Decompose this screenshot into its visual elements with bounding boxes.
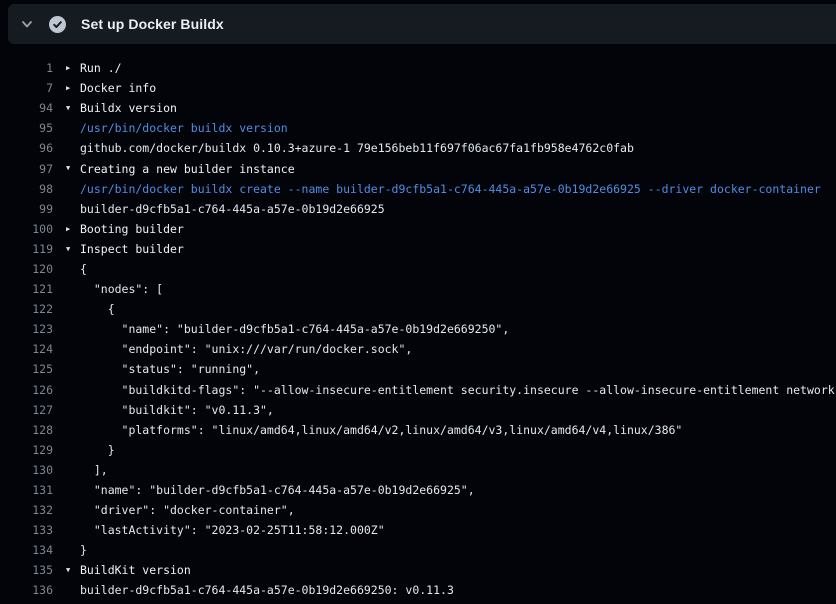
chevron-down-icon[interactable]: [20, 17, 34, 31]
log-line-text: Buildx version: [80, 101, 177, 115]
disclosure-triangle-icon: ▼: [53, 98, 80, 118]
log-line-text: "nodes": [: [80, 282, 163, 296]
log-line: 132 "driver": "docker-container",: [0, 500, 836, 520]
log-line: 133 "lastActivity": "2023-02-25T11:58:12…: [0, 520, 836, 540]
disclosure-triangle-icon: ▼: [53, 560, 80, 580]
line-number[interactable]: 99: [0, 202, 53, 216]
log-line-text: "buildkit": "v0.11.3",: [80, 403, 274, 417]
log-line: 95 /usr/bin/docker buildx version: [0, 118, 836, 138]
disclosure-triangle-icon: ▼: [53, 239, 80, 259]
line-number[interactable]: 119: [0, 242, 53, 256]
line-number[interactable]: 136: [0, 583, 53, 597]
log-line-text: "lastActivity": "2023-02-25T11:58:12.000…: [80, 523, 385, 537]
log-line-text: /usr/bin/docker buildx create --name bui…: [80, 182, 821, 196]
disclosure-triangle-icon: ▶: [53, 78, 80, 98]
log-line-text: Creating a new builder instance: [80, 162, 295, 176]
line-number[interactable]: 133: [0, 523, 53, 537]
success-check-icon: [49, 16, 66, 33]
log-line-text: builder-d9cfb5a1-c764-445a-a57e-0b19d2e6…: [80, 583, 454, 597]
log-line: 122 {: [0, 299, 836, 319]
log-line-text: ],: [80, 463, 108, 477]
log-line: 99 builder-d9cfb5a1-c764-445a-a57e-0b19d…: [0, 199, 836, 219]
log-group-line[interactable]: 97 ▼ Creating a new builder instance: [0, 158, 836, 178]
log-line: 121 "nodes": [: [0, 279, 836, 299]
log-line-text: "name": "builder-d9cfb5a1-c764-445a-a57e…: [80, 322, 509, 336]
log-group-line[interactable]: 100 ▶ Booting builder: [0, 219, 836, 239]
log-line: 125 "status": "running",: [0, 359, 836, 379]
log-line-text: Run ./: [80, 61, 122, 75]
log-group-line[interactable]: 94 ▼ Buildx version: [0, 98, 836, 118]
disclosure-triangle-icon: ▶: [53, 58, 80, 78]
log-line-text: }: [80, 543, 87, 557]
log-line: 129 }: [0, 440, 836, 460]
line-number[interactable]: 120: [0, 262, 53, 276]
line-number[interactable]: 1: [0, 61, 53, 75]
log-line-text: Docker info: [80, 81, 156, 95]
log-line-text: BuildKit version: [80, 563, 191, 577]
log-line-text: "buildkitd-flags": "--allow-insecure-ent…: [80, 383, 835, 397]
log-line: 98 /usr/bin/docker buildx create --name …: [0, 179, 836, 199]
line-number[interactable]: 134: [0, 543, 53, 557]
log-line-text: builder-d9cfb5a1-c764-445a-a57e-0b19d2e6…: [80, 202, 385, 216]
disclosure-triangle-icon: ▶: [53, 219, 80, 239]
log-line-text: "name": "builder-d9cfb5a1-c764-445a-a57e…: [80, 483, 475, 497]
log-line-text: "status": "running",: [80, 362, 260, 376]
log-line-text: "platforms": "linux/amd64,linux/amd64/v2…: [80, 423, 682, 437]
log-line: 123 "name": "builder-d9cfb5a1-c764-445a-…: [0, 319, 836, 339]
log-line: 126 "buildkitd-flags": "--allow-insecure…: [0, 380, 836, 400]
log-area: 1 ▶ Run ./ 7 ▶ Docker info 94 ▼ Buildx v…: [0, 44, 836, 604]
disclosure-triangle-icon: ▼: [53, 158, 80, 178]
line-number[interactable]: 121: [0, 282, 53, 296]
log-line: 130 ],: [0, 460, 836, 480]
log-line-text: "endpoint": "unix:///var/run/docker.sock…: [80, 342, 412, 356]
line-number[interactable]: 132: [0, 503, 53, 517]
line-number[interactable]: 135: [0, 563, 53, 577]
line-number[interactable]: 7: [0, 81, 53, 95]
log-line: 128 "platforms": "linux/amd64,linux/amd6…: [0, 420, 836, 440]
step-title: Set up Docker Buildx: [81, 16, 224, 32]
log-line: 131 "name": "builder-d9cfb5a1-c764-445a-…: [0, 480, 836, 500]
line-number[interactable]: 98: [0, 182, 53, 196]
log-line: 127 "buildkit": "v0.11.3",: [0, 400, 836, 420]
log-line-text: {: [80, 262, 87, 276]
log-line-text: }: [80, 443, 115, 457]
line-number[interactable]: 123: [0, 322, 53, 336]
line-number[interactable]: 96: [0, 141, 53, 155]
log-group-line[interactable]: 135 ▼ BuildKit version: [0, 560, 836, 580]
log-group-line[interactable]: 1 ▶ Run ./: [0, 58, 836, 78]
log-group-line[interactable]: 7 ▶ Docker info: [0, 78, 836, 98]
step-header[interactable]: Set up Docker Buildx: [8, 4, 836, 44]
log-line-text: Inspect builder: [80, 242, 184, 256]
log-line-text: Booting builder: [80, 222, 184, 236]
line-number[interactable]: 124: [0, 342, 53, 356]
line-number[interactable]: 129: [0, 443, 53, 457]
log-group-line[interactable]: 119 ▼ Inspect builder: [0, 239, 836, 259]
line-number[interactable]: 95: [0, 121, 53, 135]
log-line-text: /usr/bin/docker buildx version: [80, 121, 288, 135]
line-number[interactable]: 125: [0, 362, 53, 376]
line-number[interactable]: 97: [0, 162, 53, 176]
log-line: 134 }: [0, 540, 836, 560]
line-number[interactable]: 130: [0, 463, 53, 477]
log-line: 96 github.com/docker/buildx 0.10.3+azure…: [0, 138, 836, 158]
line-number[interactable]: 128: [0, 423, 53, 437]
log-line: 136 builder-d9cfb5a1-c764-445a-a57e-0b19…: [0, 580, 836, 600]
line-number[interactable]: 100: [0, 222, 53, 236]
line-number[interactable]: 131: [0, 483, 53, 497]
line-number[interactable]: 127: [0, 403, 53, 417]
log-line-text: {: [80, 302, 115, 316]
log-line: 120 {: [0, 259, 836, 279]
line-number[interactable]: 122: [0, 302, 53, 316]
log-line: 124 "endpoint": "unix:///var/run/docker.…: [0, 339, 836, 359]
line-number[interactable]: 94: [0, 101, 53, 115]
log-line-text: github.com/docker/buildx 0.10.3+azure-1 …: [80, 141, 634, 155]
line-number[interactable]: 126: [0, 383, 53, 397]
log-line-text: "driver": "docker-container",: [80, 503, 295, 517]
